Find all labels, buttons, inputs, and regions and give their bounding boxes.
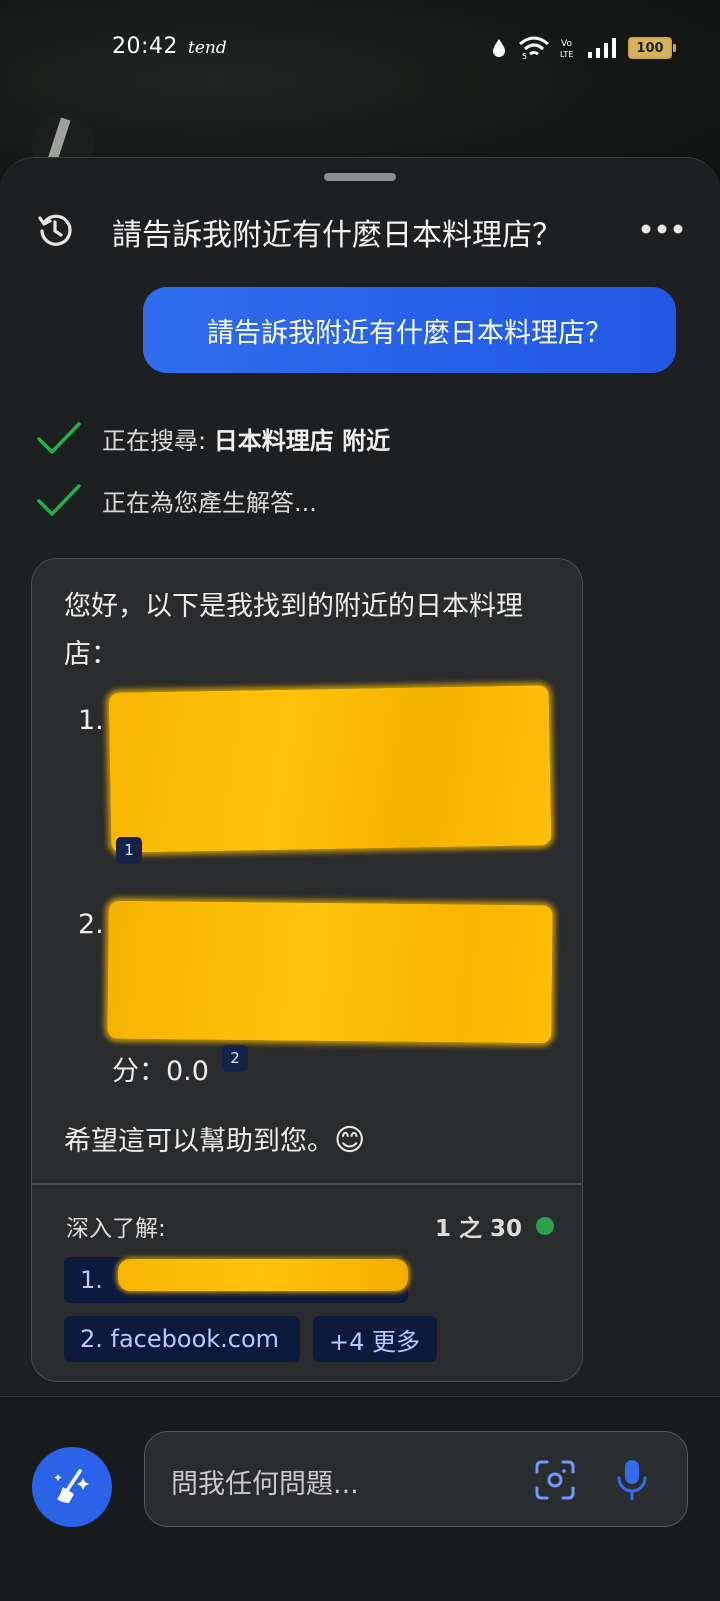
more-sources-label: +4 更多: [329, 1327, 421, 1356]
learn-more-label: 深入了解:: [66, 1216, 166, 1242]
check-icon: [37, 422, 81, 454]
drag-handle[interactable]: [324, 173, 396, 181]
search-query: 日本料理店 附近: [213, 426, 391, 455]
battery-icon: 100: [628, 37, 676, 59]
svg-text:5: 5: [522, 52, 527, 60]
ask-input-placeholder: 問我任何問題...: [171, 1469, 359, 1500]
more-icon[interactable]: [640, 218, 684, 240]
list-item-2-number: 2.: [78, 909, 104, 940]
redaction-mark: [108, 685, 552, 853]
chat-title: 請告訴我附近有什麼日本料理店？: [112, 218, 562, 253]
smile-emoji: 😊: [334, 1123, 366, 1158]
camera-icon[interactable]: [533, 1458, 577, 1502]
wifi-icon: 5: [519, 36, 549, 60]
citation-badge-1[interactable]: 1: [116, 837, 142, 863]
card-divider: [32, 1183, 582, 1185]
status-time: 20:42: [112, 34, 178, 59]
signal-icon: [588, 38, 616, 58]
new-topic-button[interactable]: [32, 1447, 112, 1527]
drop-icon: [493, 39, 505, 57]
source-chip-1-label: 1.: [80, 1266, 103, 1294]
status-dot-icon: [536, 1217, 554, 1235]
search-step-prefix: 正在搜尋:: [102, 426, 214, 455]
chat-header: 請告訴我附近有什麼日本料理店？: [0, 198, 720, 262]
page-counter-text: 1 之 30: [434, 1216, 522, 1242]
generating-step: 正在為您產生解答...: [36, 478, 317, 522]
svg-text:LTE: LTE: [560, 50, 573, 59]
list-item-2-rating: 分：0.0: [112, 1056, 209, 1087]
svg-text:Vo: Vo: [561, 39, 572, 49]
history-icon[interactable]: [36, 211, 74, 249]
new-topic-icon: [54, 1469, 89, 1503]
search-step-text: 正在搜尋: 日本料理店 附近: [102, 421, 390, 456]
status-icons: 5 Vo LTE 100: [490, 34, 676, 62]
list-item-1-number: 1.: [78, 705, 104, 736]
closing-text: 希望這可以幫助到您。: [64, 1126, 334, 1157]
volte-icon: Vo LTE: [560, 39, 573, 59]
citation-badge-2[interactable]: 2: [222, 1045, 248, 1071]
generating-step-text: 正在為您產生解答...: [102, 488, 317, 517]
ask-input[interactable]: 問我任何問題...: [144, 1431, 688, 1527]
status-bar: 20:42 tend 5 Vo LTE 100: [0, 0, 720, 96]
check-icon: [37, 484, 81, 516]
answer-card: 您好，以下是我找到的附近的日本料理店： 1. 1 2. 分：0.0 2 希望這可…: [31, 558, 583, 1382]
source-chip-2[interactable]: 2. facebook.com: [64, 1316, 300, 1362]
redaction-mark: [118, 1259, 408, 1291]
composer-bar: 問我任何問題...: [0, 1397, 720, 1601]
chat-sheet: 請告訴我附近有什麼日本料理店？ 請告訴我附近有什麼日本料理店？ 正在搜尋: 日本…: [0, 157, 720, 1601]
more-sources-chip[interactable]: +4 更多: [313, 1316, 437, 1362]
carrier-label: tend: [188, 38, 227, 58]
redaction-mark: [107, 900, 553, 1044]
user-message-bubble: 請告訴我附近有什麼日本料理店？: [143, 287, 676, 373]
search-step: 正在搜尋: 日本料理店 附近: [36, 416, 390, 460]
source-chip-2-label: 2. facebook.com: [80, 1325, 280, 1353]
page-counter: 1 之 30: [435, 1209, 554, 1243]
mic-icon[interactable]: [615, 1458, 649, 1502]
answer-intro: 您好，以下是我找到的附近的日本料理店：: [64, 591, 523, 670]
answer-closing: 希望這可以幫助到您。😊: [64, 1119, 365, 1158]
